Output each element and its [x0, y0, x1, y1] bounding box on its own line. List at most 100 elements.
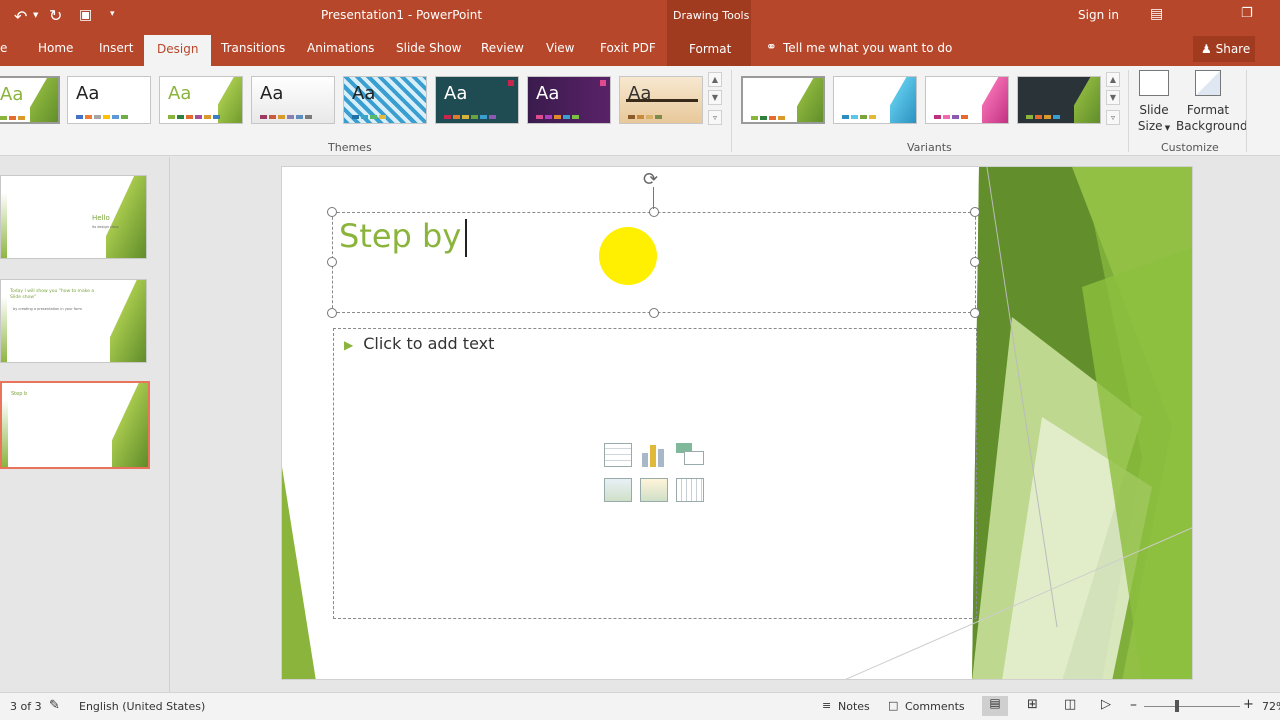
- drawing-tools-context: Drawing Tools Format: [667, 0, 751, 66]
- themes-group-label: Themes: [328, 141, 372, 154]
- variant-4[interactable]: [1017, 76, 1101, 124]
- theme-organic[interactable]: Aa: [619, 76, 703, 124]
- slide-thumbnail-1[interactable]: Hello its design class: [0, 175, 147, 259]
- variant-2[interactable]: [833, 76, 917, 124]
- slide-thumbnail-3[interactable]: Step b: [0, 381, 150, 469]
- redo-icon[interactable]: ↻: [49, 6, 62, 25]
- comments-icon[interactable]: □: [888, 699, 898, 712]
- zoom-slider-thumb[interactable]: [1175, 700, 1179, 712]
- insert-online-pictures-icon[interactable]: [640, 478, 668, 502]
- theme-integral[interactable]: Aa: [251, 76, 335, 124]
- restore-window-icon[interactable]: ❐: [1241, 6, 1253, 21]
- ribbon-tabs: e Home Insert Design Transitions Animati…: [0, 32, 1280, 66]
- zoom-out-button[interactable]: –: [1130, 697, 1137, 713]
- status-bar: 3 of 3 ✎ English (United States) ≡ Notes…: [0, 692, 1280, 720]
- tab-slide-show[interactable]: Slide Show: [396, 41, 461, 55]
- tab-design[interactable]: Design: [144, 35, 212, 66]
- themes-scroll-down-button[interactable]: ▼: [708, 90, 722, 105]
- sign-in-link[interactable]: Sign in: [1078, 8, 1119, 22]
- zoom-in-button[interactable]: +: [1243, 697, 1254, 712]
- notes-icon[interactable]: ≡: [822, 699, 831, 712]
- undo-icon[interactable]: ↶: [14, 7, 27, 26]
- resize-handle-top-right[interactable]: [970, 207, 980, 217]
- tab-review[interactable]: Review: [481, 41, 524, 55]
- language-indicator[interactable]: English (United States): [79, 700, 205, 713]
- theme-office[interactable]: Aa: [67, 76, 151, 124]
- format-background-icon: [1195, 70, 1221, 96]
- content-placeholder[interactable]: ▶ Click to add text: [333, 328, 977, 619]
- start-slideshow-icon[interactable]: ▣: [79, 7, 92, 23]
- themes-scroll-up-button[interactable]: ▲: [708, 72, 722, 87]
- variant-3[interactable]: [925, 76, 1009, 124]
- slide-sorter-icon[interactable]: ⊞: [1027, 697, 1038, 712]
- slide-show-view-icon[interactable]: ▷: [1101, 697, 1111, 712]
- spell-check-icon[interactable]: ✎: [49, 698, 60, 713]
- insert-table-icon[interactable]: [604, 443, 632, 467]
- normal-view-icon[interactable]: ▤: [982, 696, 1008, 716]
- slide-title-value: Step by: [339, 217, 462, 255]
- share-label: Share: [1215, 42, 1251, 56]
- zoom-level[interactable]: 72%: [1262, 700, 1280, 713]
- zoom-slider[interactable]: [1144, 706, 1240, 707]
- thumbnail-3-title: Step b: [11, 391, 28, 397]
- slide-thumbnail-pane: Hello its design class Today I will show…: [0, 157, 170, 692]
- resize-handle-top-left[interactable]: [327, 207, 337, 217]
- resize-handle-bottom-left[interactable]: [327, 308, 337, 318]
- customize-group-label: Customize: [1161, 141, 1219, 154]
- rotate-handle-icon[interactable]: ⟳: [643, 169, 658, 190]
- tab-file-edge[interactable]: e: [0, 41, 7, 55]
- variants-more-button[interactable]: ▿: [1106, 110, 1120, 125]
- resize-handle-bottom-right[interactable]: [970, 308, 980, 318]
- theme-ion-boardroom[interactable]: Aa: [527, 76, 611, 124]
- theme-facet[interactable]: Aa: [159, 76, 243, 124]
- resize-handle-right[interactable]: [970, 257, 980, 267]
- tell-me-search[interactable]: Tell me what you want to do: [783, 41, 952, 55]
- slide-thumbnail-2[interactable]: Today I will show you "how to make a Sli…: [0, 279, 147, 363]
- reading-view-icon[interactable]: ◫: [1064, 697, 1076, 712]
- theme-ion-dark[interactable]: Aa: [435, 76, 519, 124]
- theme-office-green[interactable]: Aa: [0, 76, 60, 124]
- format-background-button[interactable]: Format Background: [1176, 70, 1248, 134]
- undo-dropdown-icon[interactable]: ▼: [33, 11, 38, 19]
- comments-button[interactable]: Comments: [905, 700, 965, 713]
- tab-format[interactable]: Format: [689, 42, 731, 56]
- content-placeholder-text: Click to add text: [363, 334, 495, 353]
- title-bar: ↶ ▼ ↻ ▣ ▾ Presentation1 - PowerPoint Sig…: [0, 0, 1280, 32]
- cursor-highlight: [599, 227, 657, 285]
- tab-view[interactable]: View: [546, 41, 574, 55]
- variants-scroll-down-button[interactable]: ▼: [1106, 90, 1120, 105]
- variant-1[interactable]: [741, 76, 825, 124]
- thumbnail-1-subtitle: its design class: [92, 225, 119, 229]
- slide-title-text[interactable]: Step by: [339, 217, 468, 257]
- format-background-label-2: Background: [1176, 119, 1248, 133]
- tab-animations[interactable]: Animations: [307, 41, 374, 55]
- insert-video-icon[interactable]: [676, 478, 704, 502]
- content-placeholder-prompt[interactable]: ▶ Click to add text: [344, 334, 494, 353]
- theme-ion-pattern[interactable]: Aa: [343, 76, 427, 124]
- notes-button[interactable]: Notes: [838, 700, 870, 713]
- share-button[interactable]: ♟ Share: [1193, 36, 1255, 62]
- resize-handle-top[interactable]: [649, 207, 659, 217]
- customize-qat-icon[interactable]: ▾: [110, 9, 115, 19]
- format-background-label-1: Format: [1186, 103, 1230, 117]
- insert-chart-icon[interactable]: [640, 443, 668, 467]
- slide-size-button[interactable]: Slide Size ▼: [1136, 70, 1172, 136]
- variants-scroll-up-button[interactable]: ▲: [1106, 72, 1120, 87]
- thumbnail-2-title: Today I will show you "how to make a: [10, 289, 95, 294]
- slide-size-label-1: Slide: [1139, 103, 1169, 117]
- person-icon: ♟: [1201, 42, 1212, 56]
- group-separator: [1246, 70, 1247, 152]
- insert-smartart-icon[interactable]: [676, 443, 704, 467]
- resize-handle-left[interactable]: [327, 257, 337, 267]
- themes-more-button[interactable]: ▿: [708, 110, 722, 125]
- tab-home[interactable]: Home: [38, 41, 73, 55]
- insert-pictures-icon[interactable]: [604, 478, 632, 502]
- resize-handle-bottom[interactable]: [649, 308, 659, 318]
- tab-insert[interactable]: Insert: [99, 41, 133, 55]
- window-title: Presentation1 - PowerPoint: [321, 8, 483, 22]
- group-separator: [731, 70, 732, 152]
- tab-foxit-pdf[interactable]: Foxit PDF: [600, 41, 656, 55]
- slide-canvas[interactable]: ⟳ Step by ▶ Click to add text: [281, 166, 1193, 680]
- tab-transitions[interactable]: Transitions: [221, 41, 285, 55]
- ribbon-display-options-icon[interactable]: ▤: [1150, 6, 1163, 22]
